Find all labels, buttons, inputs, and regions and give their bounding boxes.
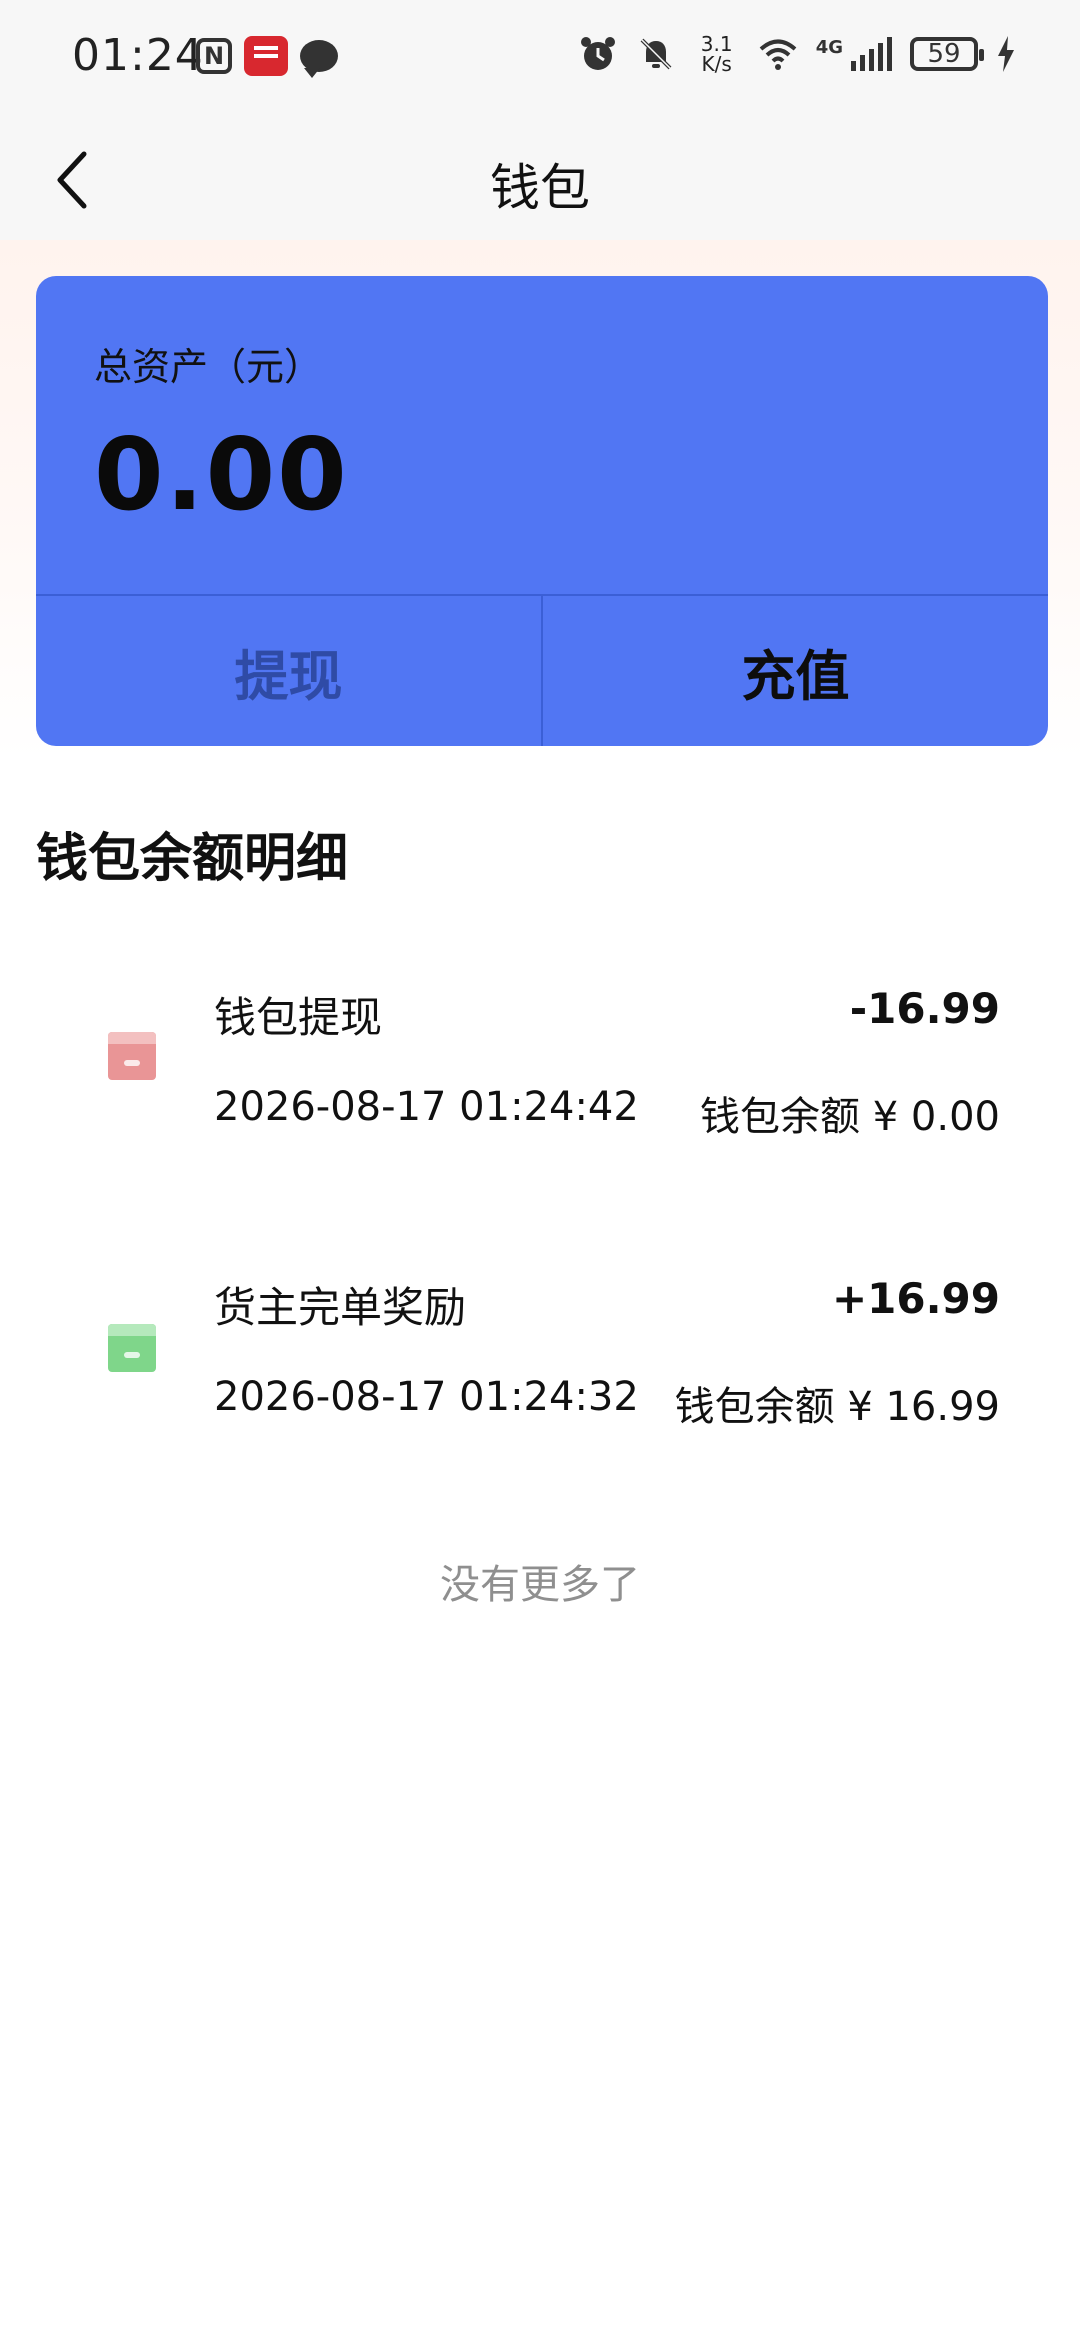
network-type: 4G	[815, 37, 843, 58]
transaction-date: 2026-08-17 01:24:42	[214, 1084, 639, 1130]
withdraw-icon	[108, 1032, 156, 1080]
transaction-title: 钱包提现	[214, 993, 383, 1042]
page-title: 钱包	[490, 159, 590, 217]
net-speed-unit: K/s	[701, 52, 732, 76]
app-header: 钱包	[0, 120, 1080, 240]
withdraw-button[interactable]: 提现	[36, 596, 541, 746]
battery-level: 59	[927, 39, 961, 69]
recharge-button[interactable]: 充值	[543, 596, 1048, 746]
battery-icon: 59	[910, 37, 984, 71]
nfc-icon: N	[196, 38, 232, 74]
net-speed: 3.1 K/s	[694, 34, 740, 74]
asset-card: 总资产（元） 0.00 提现 充值	[36, 276, 1048, 746]
transaction-date: 2026-08-17 01:24:32	[214, 1374, 639, 1420]
section-title: 钱包余额明细	[36, 829, 349, 889]
total-assets-label: 总资产（元）	[94, 345, 323, 389]
chat-icon	[300, 40, 338, 78]
status-bar: 01:24 N 3.1 K/s 4G 59	[0, 0, 1080, 120]
pay-icon	[244, 36, 288, 76]
transaction-amount: -16.99	[849, 984, 1000, 1033]
alarm-icon	[580, 37, 615, 70]
charging-icon	[998, 36, 1014, 72]
total-assets-value: 0.00	[94, 416, 349, 533]
transaction-amount: +16.99	[831, 1274, 1000, 1323]
no-more-text: 没有更多了	[440, 1562, 640, 1608]
transaction-title: 货主完单奖励	[214, 1283, 467, 1332]
status-time: 01:24	[72, 30, 204, 81]
signal-icon: 4G	[816, 37, 892, 71]
transaction-row[interactable]: 钱包提现 -16.99 2026-08-17 01:24:42 钱包余额 ¥ 0…	[0, 960, 1080, 1160]
status-right-icons: 3.1 K/s 4G 59	[578, 34, 1016, 74]
transaction-balance: 钱包余额 ¥ 0.00	[700, 1094, 1000, 1140]
reward-icon	[108, 1324, 156, 1372]
status-left-icons: N	[196, 36, 338, 78]
transaction-row[interactable]: 货主完单奖励 +16.99 2026-08-17 01:24:32 钱包余额 ¥…	[0, 1250, 1080, 1450]
mute-bell-icon	[640, 38, 672, 70]
net-speed-value: 3.1	[700, 32, 733, 56]
wifi-icon	[759, 39, 797, 70]
transaction-balance: 钱包余额 ¥ 16.99	[674, 1384, 1000, 1430]
